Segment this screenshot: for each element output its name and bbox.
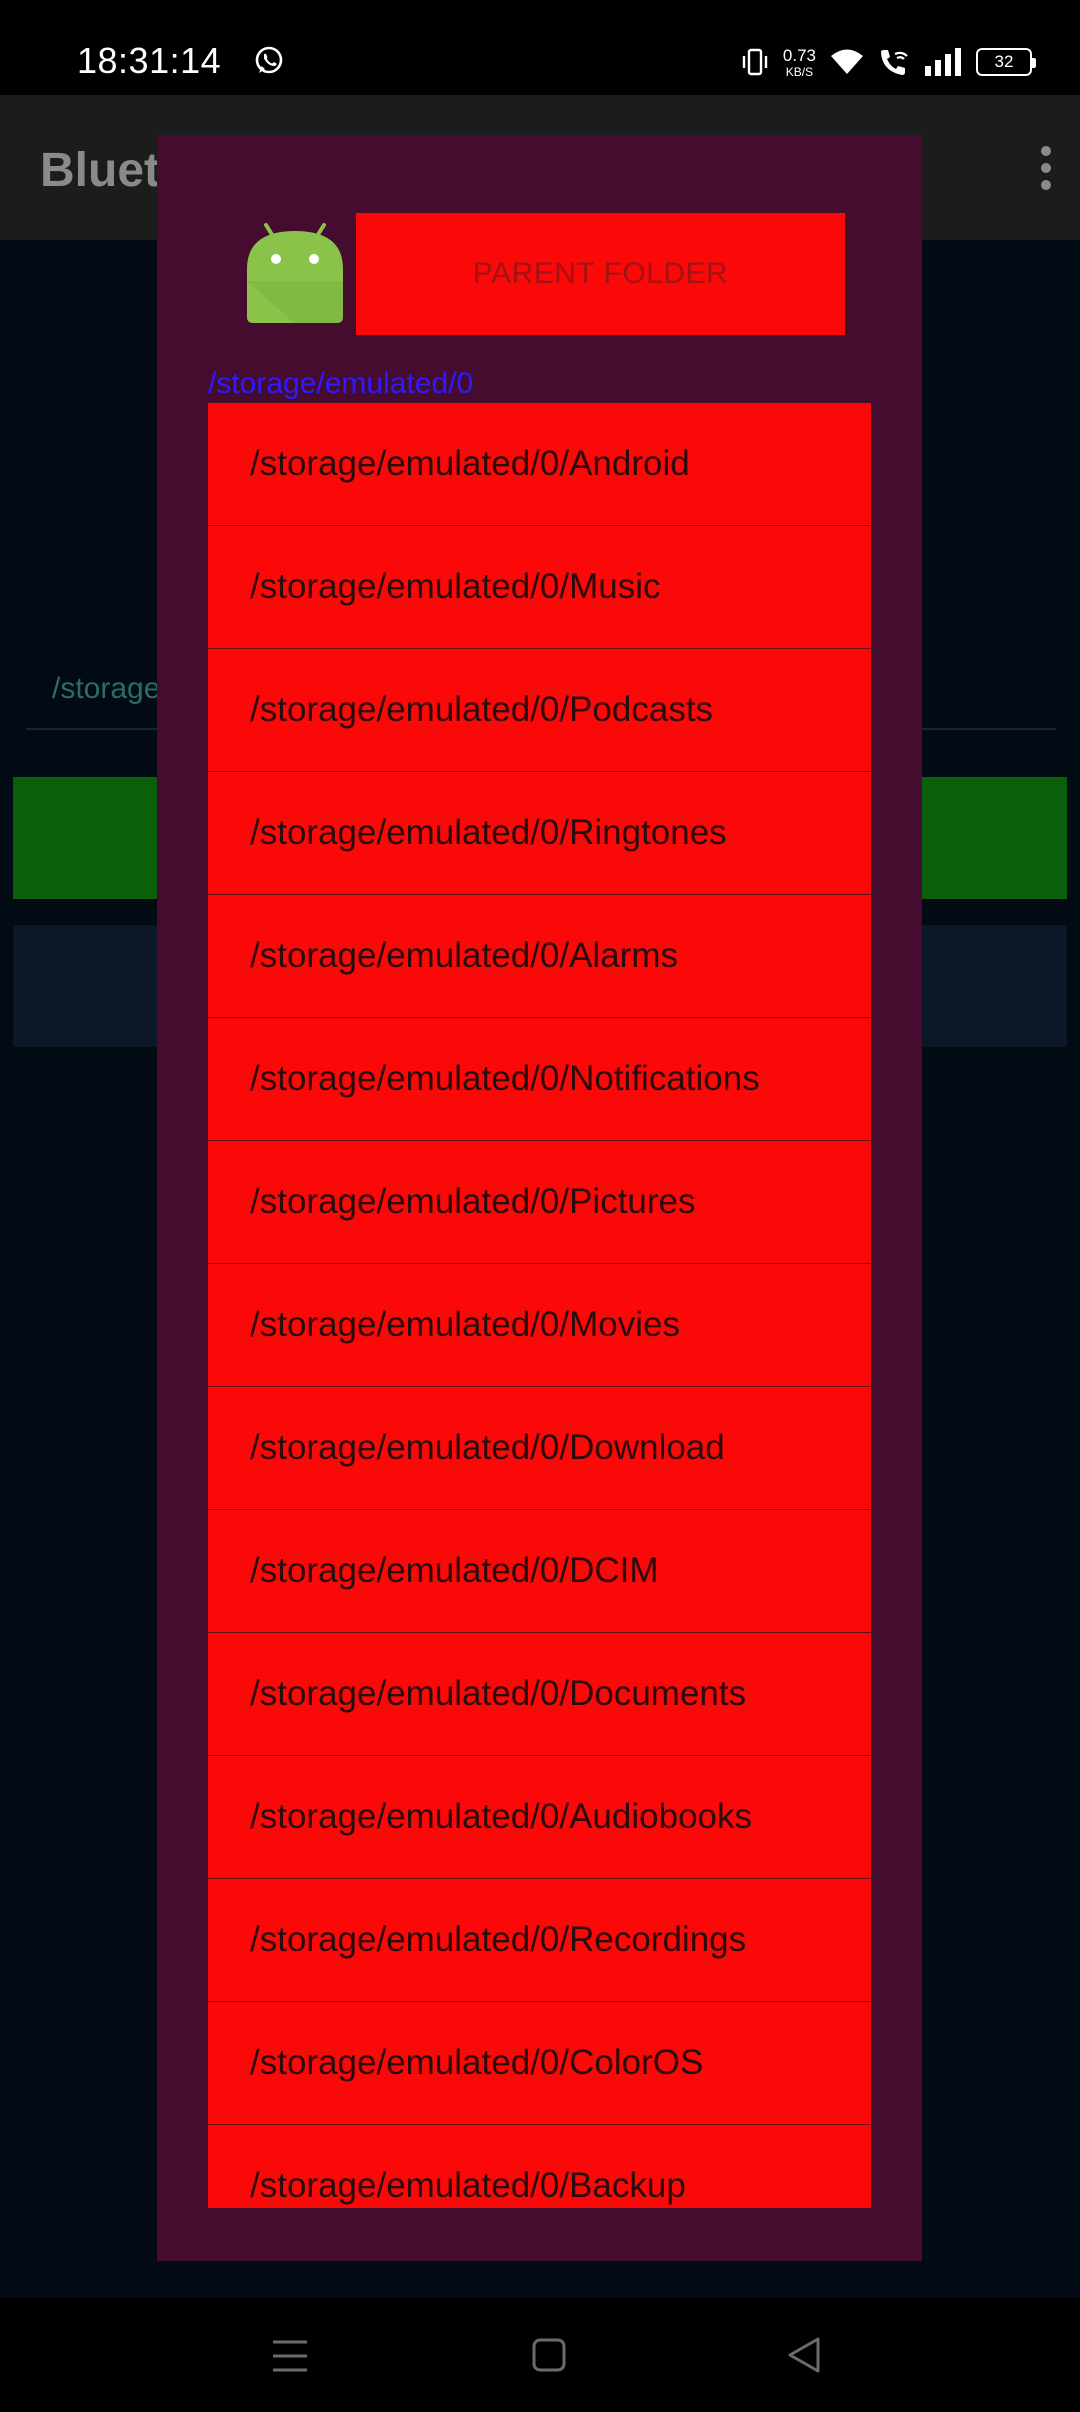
folder-list-item[interactable]: /storage/emulated/0/ColorOS — [208, 2002, 871, 2125]
network-speed: 0.73 KB/S — [783, 47, 816, 78]
folder-list-item[interactable]: /storage/emulated/0/Pictures — [208, 1141, 871, 1264]
folder-list-item[interactable]: /storage/emulated/0/Alarms — [208, 895, 871, 1018]
status-icons: 0.73 KB/S 32 — [741, 44, 1036, 80]
vibrate-icon — [742, 48, 768, 76]
folder-list-item[interactable]: /storage/emulated/0/DCIM — [208, 1510, 871, 1633]
folder-list-item[interactable]: /storage/emulated/0/Download — [208, 1387, 871, 1510]
folder-list-item[interactable]: /storage/emulated/0/Podcasts — [208, 649, 871, 772]
status-bar: 18:31:14 0.73 KB/S 32 — [0, 0, 1080, 95]
home-square-icon[interactable] — [532, 2338, 566, 2372]
overflow-menu-icon[interactable] — [1040, 145, 1052, 191]
folder-list-item[interactable]: /storage/emulated/0/Audiobooks — [208, 1756, 871, 1879]
folder-list-item[interactable]: /storage/emulated/0/Documents — [208, 1633, 871, 1756]
back-triangle-icon[interactable] — [786, 2336, 822, 2374]
folder-list-item[interactable]: /storage/emulated/0/Ringtones — [208, 772, 871, 895]
current-path-label: /storage/emulated/0 — [208, 367, 474, 400]
net-speed-value: 0.73 — [782, 45, 816, 65]
android-robot-icon — [247, 223, 343, 323]
background-path-text: /storage — [52, 672, 161, 705]
folder-picker-dialog: PARENT FOLDER /storage/emulated/0 /stora… — [157, 135, 922, 2261]
wifi-call-icon — [881, 50, 908, 75]
status-time: 18:31:14 — [77, 40, 222, 81]
folder-list-item[interactable]: /storage/emulated/0/Music — [208, 526, 871, 649]
parent-folder-button[interactable]: PARENT FOLDER — [356, 213, 845, 335]
recents-menu-icon[interactable] — [270, 2338, 310, 2374]
folder-list-item[interactable]: /storage/emulated/0/Recordings — [208, 1879, 871, 2002]
net-speed-unit: KB/S — [785, 64, 814, 79]
navigation-bar — [0, 2298, 1080, 2412]
folder-list-item[interactable]: /storage/emulated/0/Notifications — [208, 1018, 871, 1141]
battery-icon: 32 — [976, 48, 1036, 76]
folder-list-item[interactable]: /storage/emulated/0/Android — [208, 403, 871, 526]
folder-list[interactable]: /storage/emulated/0/Android /storage/emu… — [208, 403, 871, 2208]
battery-level: 32 — [994, 52, 1014, 71]
whatsapp-icon — [255, 46, 283, 74]
wifi-icon — [831, 49, 863, 74]
folder-list-item[interactable]: /storage/emulated/0/Backup — [208, 2125, 871, 2208]
signal-icon — [925, 48, 961, 76]
folder-list-item[interactable]: /storage/emulated/0/Movies — [208, 1264, 871, 1387]
app-title: Bluet — [40, 144, 160, 197]
